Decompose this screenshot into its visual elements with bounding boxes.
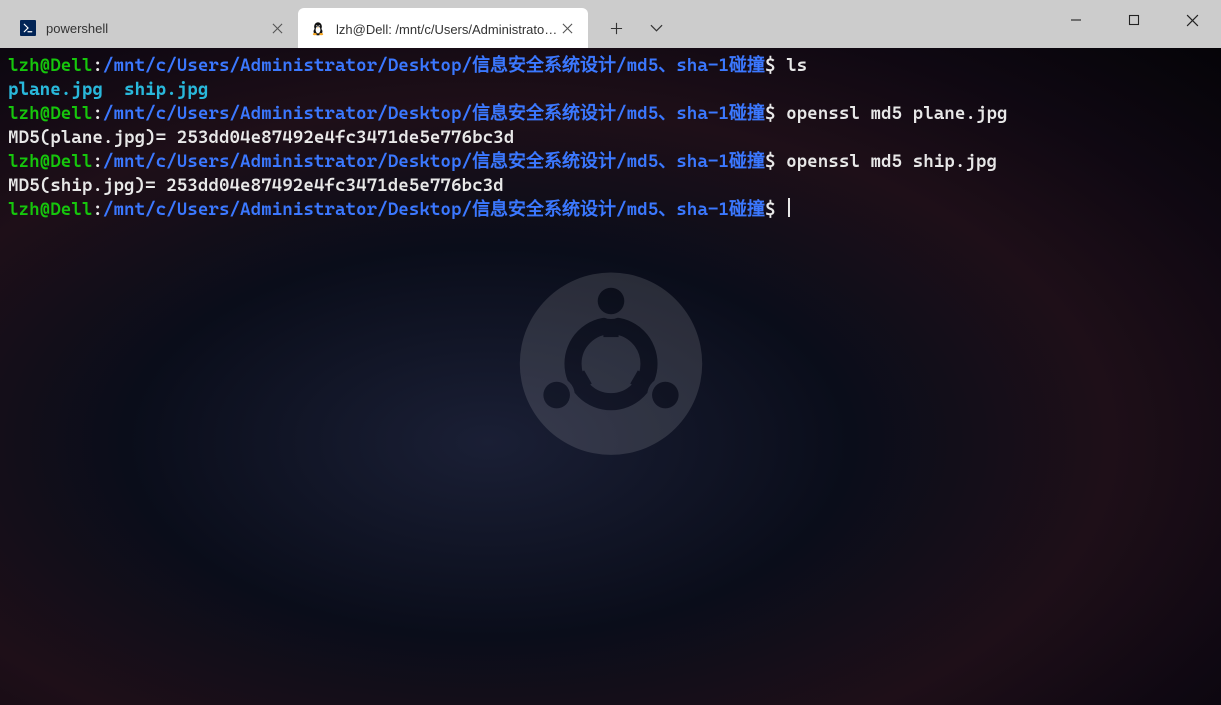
- command: openssl md5 plane.jpg: [786, 103, 1007, 124]
- command-output: MD5(ship.jpg)= 253dd04e87492e4fc3471de5e…: [8, 175, 504, 196]
- command: openssl md5 ship.jpg: [786, 151, 997, 172]
- ls-output-file: ship.jpg: [124, 79, 208, 100]
- prompt-path: /mnt/c/Users/Administrator/Desktop/信息安全系…: [103, 55, 765, 76]
- prompt-symbol: $: [765, 151, 776, 172]
- window-controls: [1047, 0, 1221, 40]
- tab-powershell[interactable]: powershell: [8, 8, 298, 48]
- prompt-sep: :: [92, 151, 103, 172]
- terminal-output: lzh@Dell:/mnt/c/Users/Administrator/Desk…: [0, 48, 1221, 228]
- tab-strip: powershell lzh@Dell: [0, 0, 676, 48]
- prompt-sep: :: [92, 55, 103, 76]
- prompt-sep: :: [92, 199, 103, 220]
- close-icon[interactable]: [268, 19, 286, 37]
- tab-title: lzh@Dell: /mnt/c/Users/Administrator/Des…: [336, 19, 558, 38]
- cursor: [788, 198, 790, 217]
- prompt-user: lzh@Dell: [8, 199, 92, 220]
- prompt-sep: :: [92, 103, 103, 124]
- prompt-symbol: $: [765, 199, 776, 220]
- command: ls: [786, 55, 807, 76]
- close-icon[interactable]: [558, 19, 576, 37]
- tab-actions: [588, 8, 676, 48]
- close-button[interactable]: [1163, 0, 1221, 40]
- new-tab-button[interactable]: [596, 8, 636, 48]
- prompt-path: /mnt/c/Users/Administrator/Desktop/信息安全系…: [103, 103, 765, 124]
- tab-title: powershell: [46, 21, 268, 36]
- ls-output-file: plane.jpg: [8, 79, 103, 100]
- prompt-symbol: $: [765, 55, 776, 76]
- tab-wsl[interactable]: lzh@Dell: /mnt/c/Users/Administrator/Des…: [298, 8, 588, 48]
- prompt-user: lzh@Dell: [8, 103, 92, 124]
- prompt-user: lzh@Dell: [8, 55, 92, 76]
- prompt-user: lzh@Dell: [8, 151, 92, 172]
- titlebar: powershell lzh@Dell: [0, 0, 1221, 48]
- dropdown-button[interactable]: [636, 8, 676, 48]
- minimize-button[interactable]: [1047, 0, 1105, 40]
- powershell-icon: [20, 20, 36, 36]
- prompt-path: /mnt/c/Users/Administrator/Desktop/信息安全系…: [103, 199, 765, 220]
- ubuntu-logo: [516, 268, 706, 458]
- prompt-path: /mnt/c/Users/Administrator/Desktop/信息安全系…: [103, 151, 765, 172]
- terminal-pane[interactable]: lzh@Dell:/mnt/c/Users/Administrator/Desk…: [0, 48, 1221, 705]
- command-output: MD5(plane.jpg)= 253dd04e87492e4fc3471de5…: [8, 127, 514, 148]
- tux-icon: [310, 20, 326, 36]
- maximize-button[interactable]: [1105, 0, 1163, 40]
- prompt-symbol: $: [765, 103, 776, 124]
